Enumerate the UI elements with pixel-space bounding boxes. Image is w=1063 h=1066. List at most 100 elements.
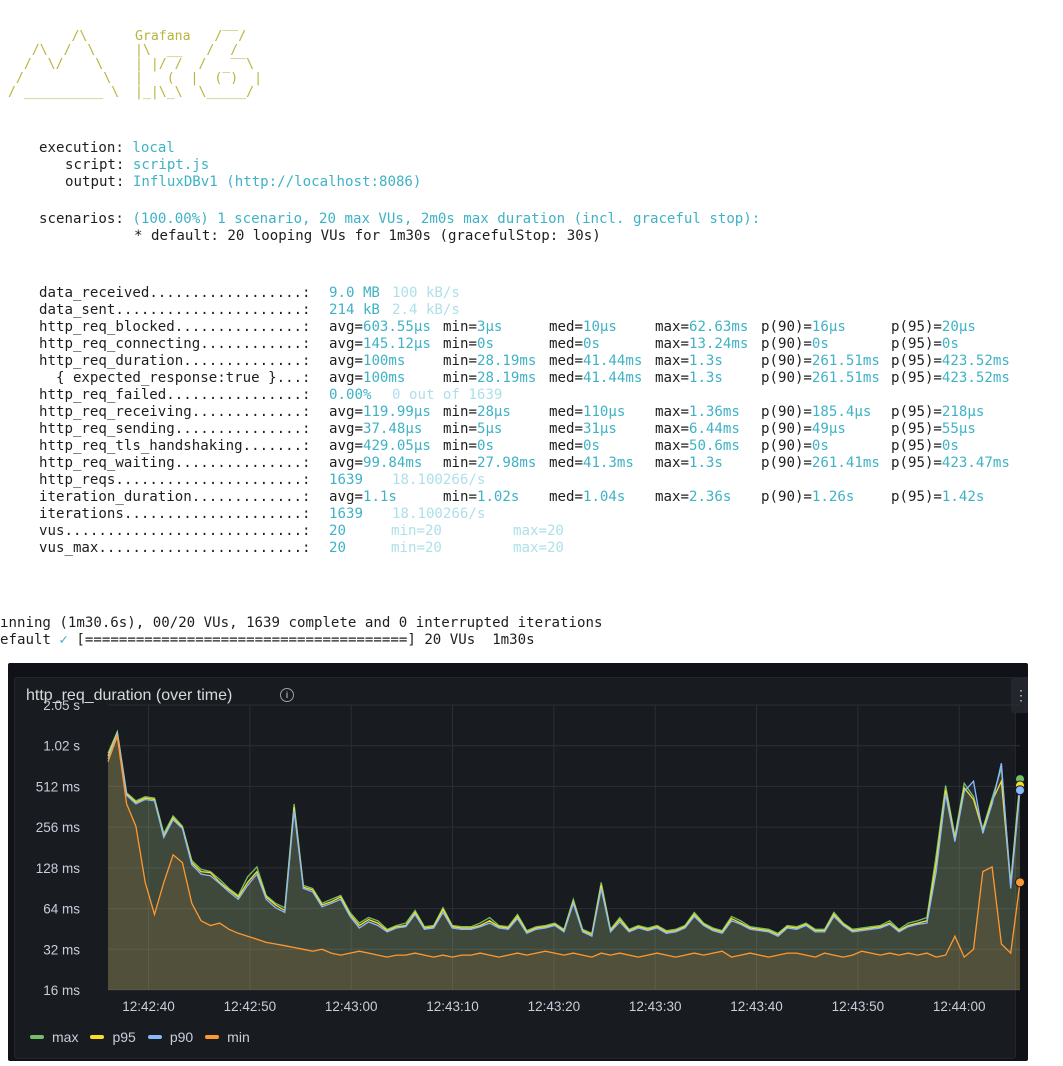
metric-value: p(95)=1.42s: [891, 489, 985, 505]
series-end-point-min: [1015, 877, 1025, 888]
y-tick-label: 128 ms: [36, 861, 81, 876]
chart-legend: max p95 p90 min: [30, 1029, 262, 1045]
metric-value: p(90)=0s: [761, 336, 829, 352]
metric-value: med=0s: [549, 438, 600, 454]
metric-value: med=41.3ms: [549, 455, 634, 471]
series-end-point-p90: [1015, 785, 1025, 796]
metric-value: p(95)=423.52ms: [891, 370, 1010, 386]
metric-row: vus............................: 20 min=20…: [39, 523, 1039, 540]
metric-row: http_reqs......................: 1639 18.1…: [39, 472, 1039, 489]
metric-dots: ..................:: [149, 285, 311, 301]
metric-name: data_sent......................:: [39, 302, 311, 318]
y-tick-label: 32 ms: [43, 942, 80, 957]
metric-value: 18.100266/s: [392, 472, 486, 488]
metric-dots: ...............:: [174, 455, 311, 471]
metric-value: p(95)=0s: [891, 438, 959, 454]
running-line: ınning (1m30.6s), 00/20 VUs, 1639 comple…: [0, 615, 603, 631]
metric-dots: ...:: [276, 370, 311, 386]
metric-name: vus............................:: [39, 523, 311, 539]
metric-dots: ......................:: [115, 472, 311, 488]
legend-item-min[interactable]: min: [205, 1029, 250, 1045]
metric-row: http_req_sending...............: avg=37.4…: [39, 421, 1039, 438]
line-chart: 2.05 s 1.02 s 512 ms 256 ms 128 ms 64 ms 32 ms…: [36, 698, 1025, 1014]
x-tick-label: 12:43:00: [325, 999, 378, 1014]
metric-dots: ............................:: [64, 523, 311, 539]
metric-row: http_req_duration..............: avg=100m…: [39, 353, 1039, 370]
metric-value: med=10µs: [549, 319, 617, 335]
metric-value: min=20: [391, 523, 442, 539]
metric-name: http_req_receiving.............:: [39, 404, 311, 420]
metric-value: avg=100ms: [329, 353, 406, 369]
x-tick-label: 12:43:40: [730, 999, 783, 1014]
metric-row: iteration_duration.............: avg=1.1s…: [39, 489, 1039, 506]
x-tick-label: 12:43:10: [426, 999, 479, 1014]
metric-name: http_req_failed................:: [39, 387, 311, 403]
output-line: output: InfluxDBv1 (http://localhost:808…: [65, 174, 422, 190]
metric-value: min=28.19ms: [443, 370, 537, 386]
metric-value: avg=145.12µs: [329, 336, 431, 352]
legend-swatch: [147, 1035, 162, 1039]
legend-item-p95[interactable]: p95: [90, 1029, 136, 1045]
metric-value: max=2.36s: [655, 489, 732, 505]
legend-label: min: [227, 1029, 250, 1045]
metric-value: 100 kB/s: [392, 285, 460, 301]
metric-value: max=50.6ms: [655, 438, 740, 454]
metric-value: p(95)=423.52ms: [891, 353, 1010, 369]
legend-item-max[interactable]: max: [30, 1029, 78, 1045]
legend-label: p90: [169, 1029, 194, 1045]
metric-value: 2.4 kB/s: [392, 302, 460, 318]
metric-value: min=3µs: [443, 319, 503, 335]
metric-value: 20: [329, 540, 346, 556]
legend-label: max: [52, 1029, 79, 1045]
legend-swatch: [90, 1035, 105, 1039]
metric-dots: ..............:: [183, 353, 311, 369]
logo-brand: Grafana: [134, 29, 191, 44]
metric-value: p(90)=185.4µs: [761, 404, 872, 420]
y-tick-label: 64 ms: [43, 902, 80, 917]
metric-value: 0 out of 1639: [392, 387, 503, 403]
metric-dots: ...............:: [174, 421, 311, 437]
metric-value: avg=100ms: [329, 370, 406, 386]
metric-value: p(95)=55µs: [891, 421, 976, 437]
metric-name: http_req_connecting............:: [39, 336, 311, 352]
metric-name: iteration_duration.............:: [39, 489, 311, 505]
script-line: script: script.js: [65, 157, 210, 173]
y-tick-label: 16 ms: [43, 983, 80, 998]
scenario-default-line: * default: 20 looping VUs for 1m30s (gra…: [134, 228, 601, 244]
terminal-output: /\ Grafana /‾‾/ /\ / \ |\ __ / / / \/ \ …: [0, 0, 1063, 660]
metric-row: data_sent......................: 214 kB 2.…: [39, 302, 1039, 319]
metric-row: http_req_tls_handshaking.......: avg=429.…: [39, 438, 1039, 455]
metric-value: 1639: [329, 506, 363, 522]
metric-value: avg=1.1s: [329, 489, 397, 505]
metric-name: http_req_duration..............:: [39, 353, 311, 369]
metric-value: max=1.36ms: [655, 404, 740, 420]
metric-value: 214 kB: [329, 302, 380, 318]
metric-value: med=31µs: [549, 421, 617, 437]
metric-row: http_req_connecting............: avg=145.…: [39, 336, 1039, 353]
metric-value: p(90)=16µs: [761, 319, 846, 335]
metric-value: p(90)=1.26s: [761, 489, 855, 505]
legend-label: p95: [112, 1029, 136, 1045]
metric-value: med=1.04s: [549, 489, 626, 505]
metric-value: avg=119.99µs: [329, 404, 431, 420]
scenarios-line: scenarios: (100.00%) 1 scenario, 20 max …: [39, 211, 761, 227]
metric-dots: .......:: [242, 438, 311, 454]
metric-value: max=20: [513, 540, 564, 556]
metric-row: data_received..................: 9.0 MB 10…: [39, 285, 1039, 302]
legend-item-p90[interactable]: p90: [147, 1029, 194, 1045]
default-progress-line: efault ✓ [==============================…: [0, 632, 535, 648]
metric-value: p(95)=423.47ms: [891, 455, 1010, 471]
metric-value: min=0s: [443, 336, 494, 352]
metric-value: min=0s: [443, 438, 494, 454]
metric-value: max=1.3s: [655, 370, 723, 386]
y-tick-label: 1.02 s: [43, 739, 80, 754]
metric-value: p(95)=20µs: [891, 319, 976, 335]
metric-value: med=110µs: [549, 404, 626, 420]
grafana-panel: http_req_duration (over time) i ⋮ 2.05 s…: [8, 663, 1028, 1061]
metric-value: max=1.3s: [655, 353, 723, 369]
metric-value: med=0s: [549, 336, 600, 352]
metric-row: { expected_response:true }...: avg=100ms m…: [39, 370, 1039, 387]
metric-value: 1639: [329, 472, 363, 488]
metric-value: min=28µs: [443, 404, 511, 420]
metric-value: max=20: [513, 523, 564, 539]
